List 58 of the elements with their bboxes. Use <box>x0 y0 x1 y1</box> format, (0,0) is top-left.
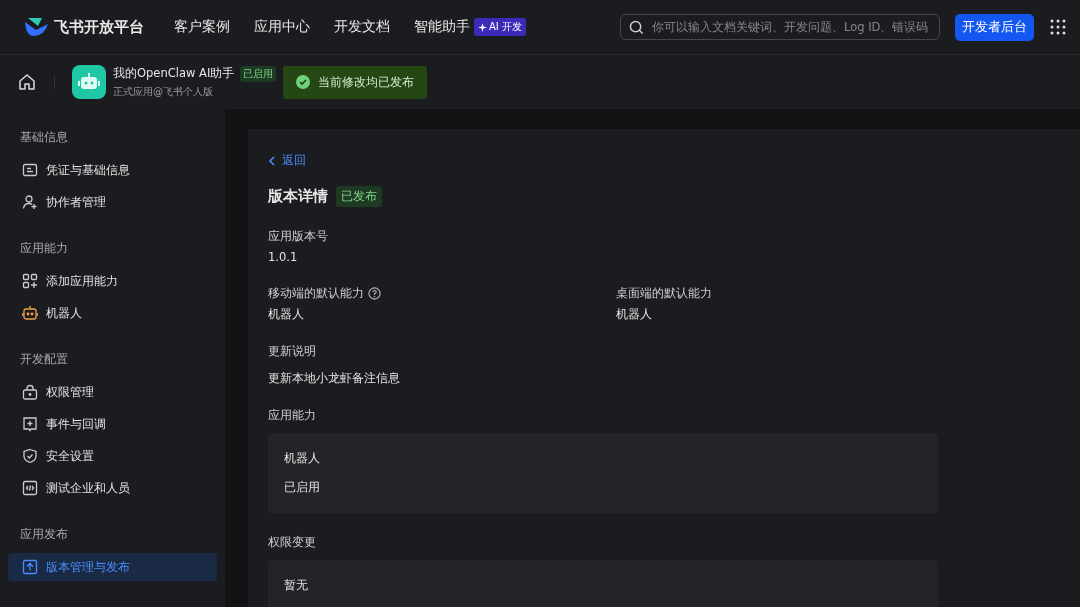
id-card-icon <box>22 162 38 178</box>
app-subtitle: 正式应用@飞书个人版 <box>113 84 214 99</box>
code-icon <box>22 480 38 496</box>
chevron-left-icon <box>268 155 276 166</box>
field-value: 机器人 <box>616 307 653 322</box>
field-label: 应用能力 <box>268 408 317 423</box>
help-icon[interactable] <box>368 287 381 300</box>
section-title: 应用能力 <box>19 240 69 257</box>
field-value: 1.0.1 <box>268 250 299 264</box>
field-label: 桌面端的默认能力 <box>616 286 712 301</box>
check-circle-icon <box>296 75 310 89</box>
status-tag: 已启用 <box>240 65 277 82</box>
sidebar-item[interactable]: 协作者管理 <box>8 188 217 216</box>
section-title: 基础信息 <box>19 129 69 146</box>
nav-link[interactable]: 智能助手 AI 开发 <box>414 18 526 36</box>
logo-icon <box>22 16 50 38</box>
back-link[interactable]: 返回 <box>268 153 1060 168</box>
sidebar-item[interactable]: 添加应用能力 <box>8 267 217 295</box>
notice-text: 当前修改均已发布 <box>318 73 414 91</box>
app-robot-icon <box>72 65 106 99</box>
field-label: 应用版本号 <box>268 229 329 244</box>
apps-grid-icon[interactable] <box>1050 19 1066 35</box>
lock-icon <box>22 384 38 400</box>
field-value: 暂无 <box>284 578 309 593</box>
search-icon <box>629 19 644 35</box>
upload-icon <box>22 559 38 575</box>
home-icon[interactable] <box>18 73 36 91</box>
section-title: 开发配置 <box>19 351 69 368</box>
ai-badge: AI 开发 <box>474 18 526 36</box>
field-label: 移动端的默认能力 <box>268 286 364 301</box>
shield-check-icon <box>22 448 38 464</box>
field-label: 权限变更 <box>268 535 317 550</box>
section-title: 应用发布 <box>19 526 69 543</box>
nav-link[interactable]: 应用中心 <box>254 18 310 36</box>
sidebar-item[interactable]: 机器人 <box>8 299 217 327</box>
plus-box-icon <box>22 416 38 432</box>
nav-link[interactable]: 客户案例 <box>174 18 230 36</box>
capability-name: 机器人 <box>284 451 321 466</box>
sidebar-item[interactable]: 安全设置 <box>8 442 217 470</box>
search-field[interactable]: 你可以输入文档关键词、开发问题、Log ID、错误码 <box>620 14 940 40</box>
app-name: 我的OpenClaw AI助手 <box>113 66 235 81</box>
sidebar-item[interactable]: 测试企业和人员 <box>8 474 217 502</box>
user-add-icon <box>22 194 38 210</box>
sidebar-item[interactable]: 凭证与基础信息 <box>8 156 217 184</box>
console-button[interactable]: 开发者后台 <box>955 13 1034 41</box>
page-title: 版本详情 <box>268 187 328 206</box>
nav-link[interactable]: 开发文档 <box>334 18 390 36</box>
grid-add-icon <box>22 273 38 289</box>
sidebar-item[interactable]: 权限管理 <box>8 378 217 406</box>
field-value: 机器人 <box>268 307 305 322</box>
field-value: 更新本地小龙虾备注信息 <box>268 371 401 386</box>
sidebar-item[interactable]: 事件与回调 <box>8 410 217 438</box>
status-tag: 已发布 <box>336 186 382 207</box>
field-label: 更新说明 <box>268 344 317 359</box>
capability-state: 已启用 <box>284 480 321 495</box>
sidebar-item[interactable]: 版本管理与发布 <box>8 553 217 581</box>
logo-text[interactable]: 飞书开放平台 <box>54 17 144 37</box>
robot-icon <box>22 305 38 321</box>
